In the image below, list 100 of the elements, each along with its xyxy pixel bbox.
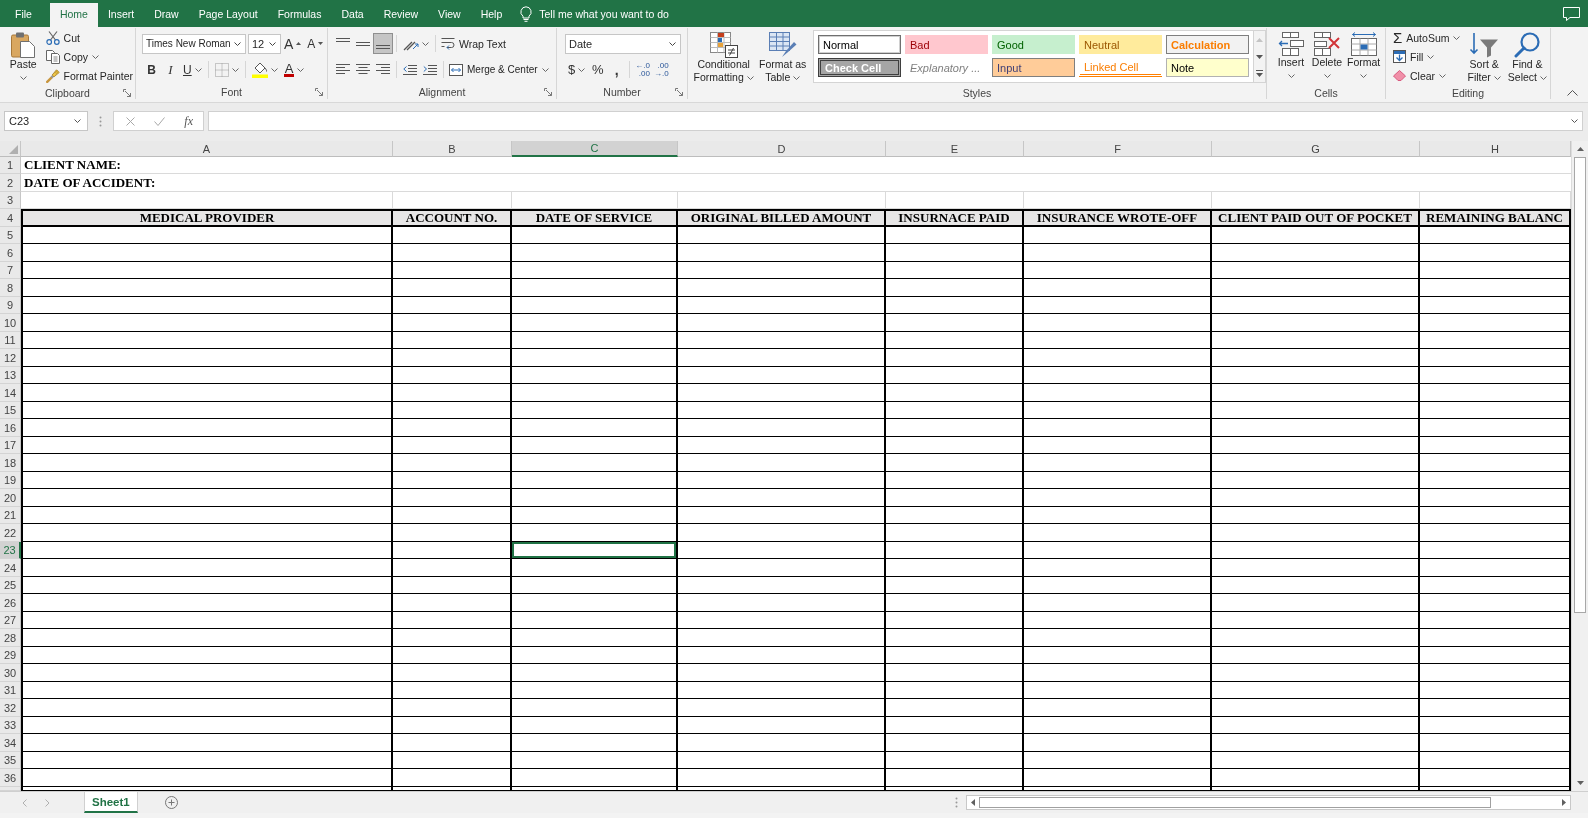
column-heading-cell[interactable]: REMAINING BALANC <box>1420 209 1571 227</box>
sheet-cell[interactable] <box>21 769 393 787</box>
sheet-cell[interactable] <box>393 297 512 314</box>
sheet-cell[interactable] <box>21 629 393 647</box>
row-header[interactable]: 32 <box>0 699 21 717</box>
sheet-cell[interactable] <box>393 734 512 752</box>
sheet-cell[interactable] <box>886 699 1024 717</box>
row-header[interactable]: 26 <box>0 594 21 612</box>
sheet-cell[interactable] <box>886 332 1024 349</box>
sheet-cell[interactable] <box>1024 349 1212 367</box>
cell-style-option[interactable]: Bad <box>905 35 988 54</box>
sheet-cell[interactable] <box>678 542 886 559</box>
sheet-cell[interactable] <box>393 629 512 647</box>
sheet-cell[interactable] <box>886 279 1024 297</box>
cells-button[interactable]: Insert <box>1273 28 1309 85</box>
sheet-cell[interactable] <box>1212 542 1420 559</box>
sheet-cell[interactable] <box>1212 664 1420 682</box>
sheet-cell[interactable] <box>886 734 1024 752</box>
sheet-cell[interactable] <box>886 367 1024 384</box>
sheet-cell[interactable] <box>678 769 886 787</box>
sheet-cell[interactable] <box>886 524 1024 542</box>
sheet-cell[interactable] <box>1212 769 1420 787</box>
row-header[interactable]: 17 <box>0 437 21 454</box>
sheet-cell[interactable] <box>678 717 886 734</box>
ribbon-tab[interactable]: Draw <box>144 3 189 27</box>
sheet-cell[interactable] <box>21 682 393 699</box>
sheet-cell[interactable] <box>393 402 512 419</box>
sheet-cell[interactable] <box>1024 699 1212 717</box>
sheet-cell[interactable] <box>21 542 393 559</box>
sheet-cell[interactable] <box>21 419 393 437</box>
paste-button[interactable]: Paste <box>8 28 39 85</box>
row-header[interactable]: 33 <box>0 717 21 734</box>
sheet-cell[interactable] <box>678 349 886 367</box>
row-header[interactable]: 35 <box>0 752 21 769</box>
sheet-cell[interactable] <box>678 384 886 402</box>
sheet-cell[interactable] <box>512 542 678 559</box>
sheet-cell[interactable] <box>1420 734 1571 752</box>
sheet-cell[interactable] <box>1212 717 1420 734</box>
sheet-cell[interactable] <box>1420 629 1571 647</box>
sheet-cell[interactable] <box>1212 349 1420 367</box>
column-header[interactable]: G <box>1212 141 1420 157</box>
row-header[interactable]: 36 <box>0 769 21 787</box>
sheet-cell[interactable] <box>512 489 678 507</box>
sheet-cell[interactable] <box>393 559 512 577</box>
row-header[interactable]: 20 <box>0 489 21 507</box>
sheet-cell[interactable] <box>393 454 512 472</box>
row-header[interactable]: 4 <box>0 209 21 227</box>
sheet-cell[interactable] <box>678 752 886 769</box>
sheet-cell[interactable] <box>21 297 393 314</box>
row-header[interactable]: 30 <box>0 664 21 682</box>
sheet-cell[interactable] <box>678 734 886 752</box>
sheet-cell[interactable] <box>1420 454 1571 472</box>
sheet-cell[interactable] <box>512 472 678 489</box>
sheet-cell[interactable] <box>21 384 393 402</box>
sheet-cell[interactable] <box>1212 227 1420 244</box>
sheet-cell[interactable] <box>678 402 886 419</box>
align-button[interactable] <box>373 33 393 54</box>
sheet-cell[interactable] <box>512 699 678 717</box>
sheet-cell[interactable] <box>1024 524 1212 542</box>
percent-button[interactable]: % <box>588 59 608 80</box>
sheet-cell[interactable] <box>1212 699 1420 717</box>
sheet-cell[interactable] <box>1024 594 1212 612</box>
column-header[interactable]: H <box>1420 141 1571 157</box>
format-painter-button[interactable]: Format Painter <box>43 66 135 85</box>
cells-button[interactable]: Format <box>1345 28 1383 85</box>
sheet-cell[interactable] <box>21 332 393 349</box>
row-header[interactable]: 29 <box>0 647 21 664</box>
sheet-cell[interactable] <box>886 752 1024 769</box>
sheet-cell[interactable] <box>886 314 1024 332</box>
sheet-cell[interactable] <box>886 227 1024 244</box>
sheet-cell[interactable] <box>886 489 1024 507</box>
sheet-cell[interactable] <box>393 542 512 559</box>
column-heading-cell[interactable]: ACCOUNT NO. <box>393 209 512 227</box>
sheet-cell[interactable] <box>1212 244 1420 262</box>
sheet-cell[interactable] <box>1212 629 1420 647</box>
font-size-dropdown[interactable]: 12 <box>248 33 281 54</box>
cut-button[interactable]: Cut <box>43 28 135 47</box>
sheet-cell[interactable] <box>21 664 393 682</box>
column-header[interactable]: F <box>1024 141 1212 157</box>
sheet-cell[interactable] <box>1420 472 1571 489</box>
sheet-cell[interactable] <box>512 402 678 419</box>
sheet-cell[interactable] <box>886 542 1024 559</box>
sheet-cell[interactable] <box>21 262 393 279</box>
sheet-cell[interactable] <box>393 682 512 699</box>
sheet-cell[interactable] <box>678 472 886 489</box>
sheet-cell[interactable] <box>512 629 678 647</box>
sheet-cell[interactable] <box>1024 489 1212 507</box>
sheet-cell[interactable] <box>21 577 393 594</box>
corner-arrow-icon[interactable] <box>315 87 323 96</box>
sheet-cell[interactable] <box>1420 594 1571 612</box>
sheet-cell[interactable] <box>1024 227 1212 244</box>
row-header[interactable]: 28 <box>0 629 21 647</box>
sheet-cell[interactable] <box>393 489 512 507</box>
sheet-cell[interactable] <box>1212 402 1420 419</box>
sheet-cell[interactable] <box>512 349 678 367</box>
sheet-cell[interactable] <box>886 682 1024 699</box>
sheet-cell[interactable] <box>678 454 886 472</box>
row-header[interactable]: 2 <box>0 174 21 192</box>
row-header[interactable]: 7 <box>0 262 21 279</box>
sheet-cell[interactable] <box>1024 297 1212 314</box>
